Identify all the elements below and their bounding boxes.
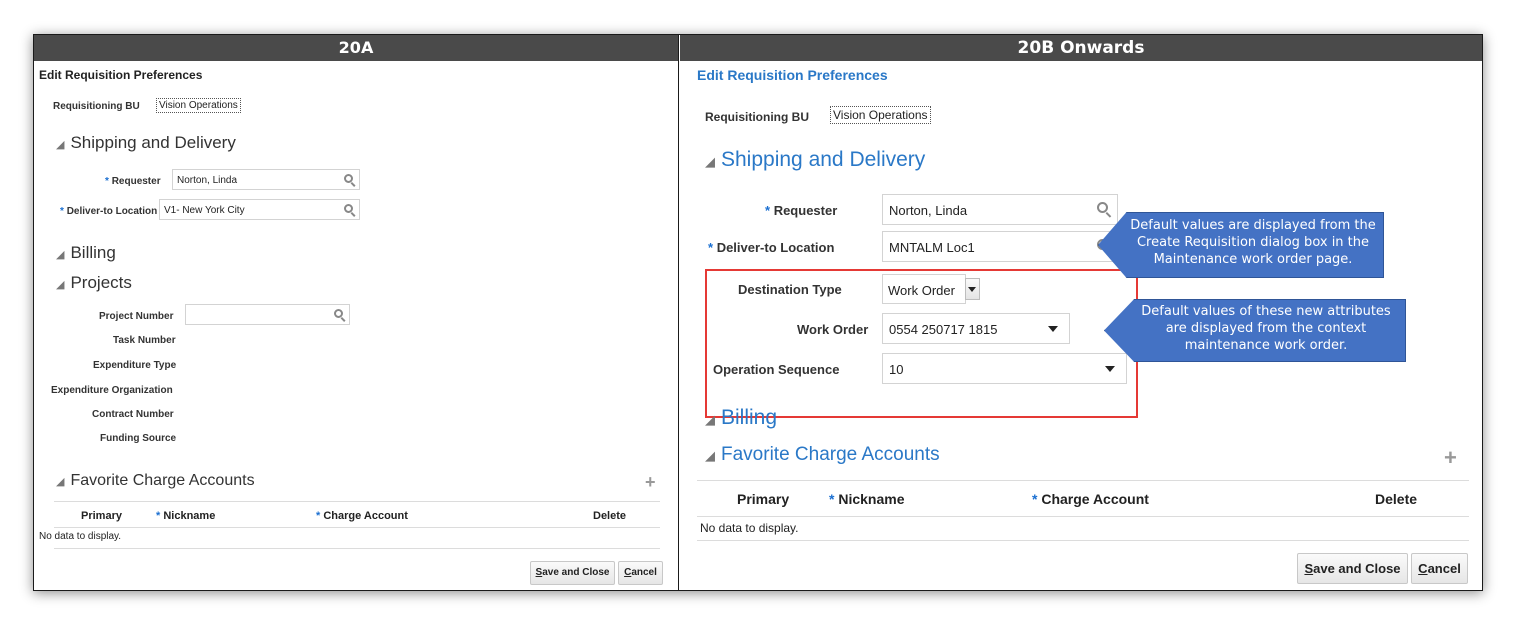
project-number-label: Project Number xyxy=(99,311,174,322)
divider xyxy=(54,548,660,549)
save-and-close-button[interactable]: Save and Close xyxy=(1297,553,1408,584)
divider xyxy=(697,516,1469,517)
collapse-triangle-icon: ◢ xyxy=(56,279,65,291)
column-header-charge-account[interactable]: * Charge Account xyxy=(1032,491,1149,507)
callout-new-attributes: Default values of these new attributes a… xyxy=(1104,299,1406,362)
shipping-section-header[interactable]: ◢ Shipping and Delivery xyxy=(56,133,236,153)
deliver-to-location-input[interactable]: MNTALM Loc1 xyxy=(882,231,1118,262)
deliver-to-location-input[interactable]: V1- New York City xyxy=(159,199,360,220)
column-header-charge-account[interactable]: * Charge Account xyxy=(316,510,408,522)
divider xyxy=(697,540,1469,541)
page-title: Edit Requisition Preferences xyxy=(697,67,888,83)
save-and-close-button[interactable]: Save and Close xyxy=(530,561,615,585)
no-data-message: No data to display. xyxy=(700,521,799,535)
requester-label: * Requester xyxy=(765,203,838,218)
panel-20a: 20A Edit Requisition Preferences Requisi… xyxy=(34,35,679,590)
expenditure-type-label: Expenditure Type xyxy=(93,360,177,371)
operation-sequence-select[interactable]: 10 xyxy=(882,353,1127,384)
cancel-button[interactable]: Cancel xyxy=(1411,553,1468,584)
operation-sequence-label: Operation Sequence xyxy=(713,362,840,377)
requisitioning-bu-value[interactable]: Vision Operations xyxy=(156,98,241,113)
chevron-down-icon[interactable] xyxy=(1105,366,1115,372)
collapse-triangle-icon: ◢ xyxy=(705,448,715,463)
contract-number-label: Contract Number xyxy=(92,409,174,420)
favorite-charge-accounts-header[interactable]: ◢ Favorite Charge Accounts xyxy=(705,444,940,466)
cancel-button[interactable]: Cancel xyxy=(618,561,663,585)
requisitioning-bu-value[interactable]: Vision Operations xyxy=(830,106,931,124)
column-header-nickname[interactable]: * Nickname xyxy=(829,491,905,507)
destination-type-select[interactable]: Work Order xyxy=(882,274,966,304)
divider xyxy=(54,501,660,502)
column-header-delete[interactable]: Delete xyxy=(1375,491,1417,507)
requisitioning-bu-label: Requisitioning BU xyxy=(53,101,140,112)
deliver-to-location-label: * Deliver-to Location xyxy=(708,240,835,255)
callout-default-values: Default values are displayed from the Cr… xyxy=(1098,212,1384,278)
column-header-primary[interactable]: Primary xyxy=(81,510,122,522)
column-header-nickname[interactable]: * Nickname xyxy=(156,510,215,522)
destination-type-label: Destination Type xyxy=(738,282,842,297)
requester-input[interactable]: Norton, Linda xyxy=(172,169,360,190)
search-icon[interactable] xyxy=(1097,202,1112,218)
requester-label: * Requester xyxy=(105,176,161,187)
projects-section-header[interactable]: ◢ Projects xyxy=(56,273,132,293)
divider xyxy=(697,480,1469,481)
collapse-triangle-icon: ◢ xyxy=(56,476,65,488)
collapse-triangle-icon: ◢ xyxy=(56,139,65,151)
search-icon[interactable] xyxy=(344,204,356,217)
chevron-down-icon xyxy=(968,287,976,292)
work-order-label: Work Order xyxy=(797,322,869,337)
expenditure-organization-label: Expenditure Organization xyxy=(51,385,173,396)
collapse-triangle-icon: ◢ xyxy=(56,249,65,261)
no-data-message: No data to display. xyxy=(39,531,122,542)
deliver-to-location-label: * Deliver-to Location xyxy=(60,206,158,217)
search-icon[interactable] xyxy=(344,174,356,187)
funding-source-label: Funding Source xyxy=(100,433,177,444)
project-number-input[interactable] xyxy=(185,304,350,325)
chevron-down-icon[interactable] xyxy=(1048,326,1058,332)
version-header: 20B Onwards xyxy=(680,35,1482,61)
column-header-primary[interactable]: Primary xyxy=(737,491,789,507)
billing-section-header[interactable]: ◢ Billing xyxy=(705,406,777,430)
billing-section-header[interactable]: ◢ Billing xyxy=(56,243,116,263)
destination-type-dropdown[interactable] xyxy=(965,278,980,300)
shipping-section-header[interactable]: ◢ Shipping and Delivery xyxy=(705,148,925,172)
collapse-triangle-icon: ◢ xyxy=(705,154,715,169)
page-title: Edit Requisition Preferences xyxy=(39,68,203,82)
work-order-select[interactable]: 0554 250717 1815 xyxy=(882,313,1070,344)
divider xyxy=(54,527,660,528)
add-icon[interactable]: + xyxy=(645,472,656,493)
task-number-label: Task Number xyxy=(113,335,176,346)
search-icon[interactable] xyxy=(334,309,346,322)
favorite-charge-accounts-header[interactable]: ◢ Favorite Charge Accounts xyxy=(56,472,255,490)
column-header-delete[interactable]: Delete xyxy=(593,510,626,522)
requisitioning-bu-label: Requisitioning BU xyxy=(705,110,809,124)
add-icon[interactable]: + xyxy=(1444,445,1457,471)
collapse-triangle-icon: ◢ xyxy=(705,412,715,427)
version-header: 20A xyxy=(34,35,678,61)
requester-input[interactable]: Norton, Linda xyxy=(882,194,1118,225)
